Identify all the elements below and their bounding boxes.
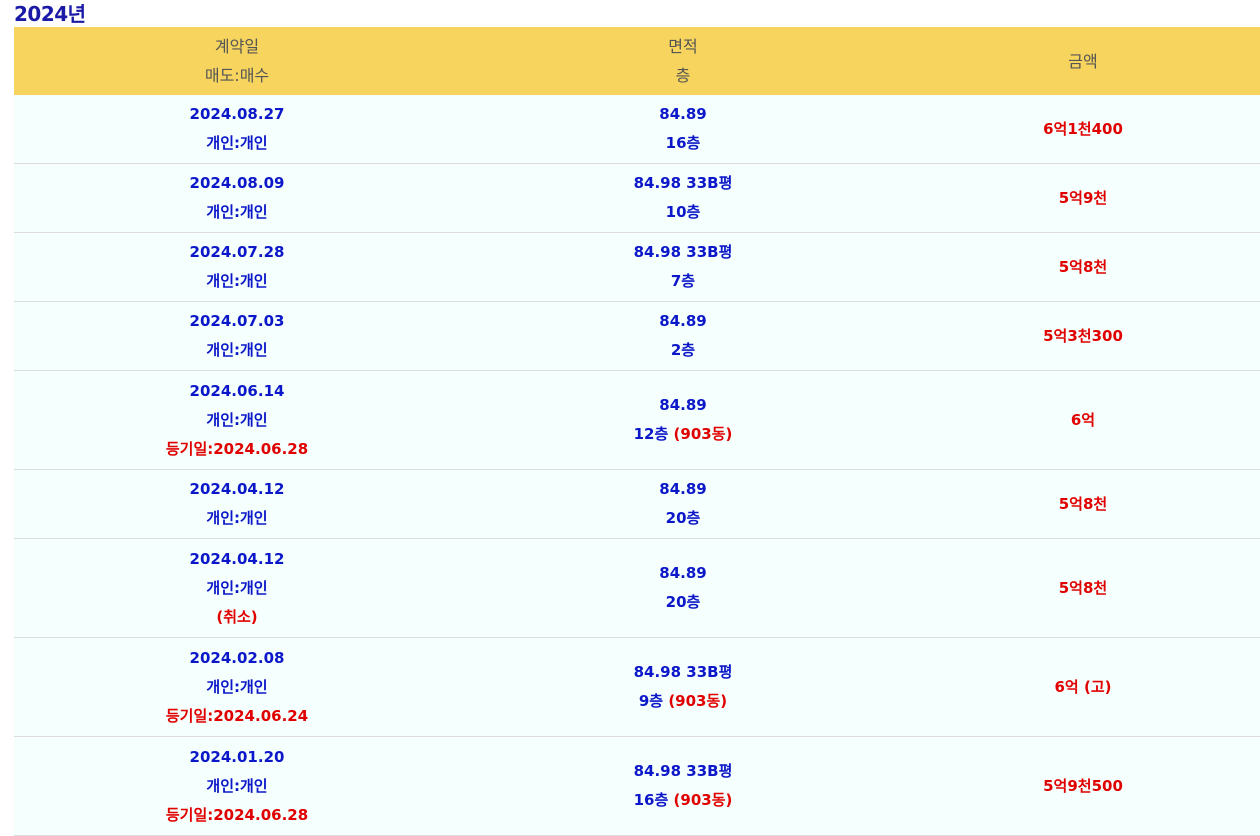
area-value: 84.89 bbox=[659, 564, 707, 582]
header-contract-date-label: 계약일 bbox=[214, 37, 260, 56]
area-value: 84.98 33B평 bbox=[633, 663, 733, 681]
table-header-row: 계약일 매도:매수 면적 층 금액 bbox=[14, 27, 1260, 95]
contract-date: 2024.07.28 bbox=[189, 243, 285, 261]
header-price[interactable]: 금액 bbox=[906, 27, 1260, 95]
contract-date: 2024.02.08 bbox=[189, 648, 285, 667]
seller-buyer: 개인:개인 bbox=[206, 776, 268, 795]
contract-date: 2024.07.03 bbox=[189, 312, 285, 330]
price-cell: 5억3천300 bbox=[906, 301, 1260, 371]
price-value: 5억9천 bbox=[1058, 188, 1108, 207]
registration-date: 등기일:2024.06.28 bbox=[165, 805, 309, 824]
price-value: 6억1천400 bbox=[1043, 119, 1123, 138]
floor-value: 20층 bbox=[665, 593, 701, 611]
contract-cell: 2024.02.08 개인:개인 등기일:2024.06.24 bbox=[14, 637, 460, 737]
table-row: 2024.08.27 개인:개인 84.89 16층 6억1천400 bbox=[14, 95, 1260, 164]
table-row: 2024.07.28 개인:개인 84.98 33B평 7층 5억8천 bbox=[14, 232, 1260, 302]
area-cell: 84.98 33B평 9층 (903동) bbox=[460, 637, 906, 737]
contract-date: 2024.04.12 bbox=[189, 480, 285, 498]
cancelled-note: (취소) bbox=[216, 607, 258, 626]
area-cell: 84.98 33B평 10층 bbox=[460, 163, 906, 233]
price-cell: 6억 bbox=[906, 370, 1260, 470]
floor-value: 2층 bbox=[670, 341, 696, 359]
area-cell: 84.89 20층 bbox=[460, 538, 906, 638]
area-value: 84.98 33B평 bbox=[633, 243, 733, 261]
price-cell: 5억8천 bbox=[906, 232, 1260, 302]
registration-date: 등기일:2024.06.28 bbox=[165, 439, 309, 458]
area-cell: 84.89 12층 (903동) bbox=[460, 370, 906, 470]
contract-cell: 2024.04.12 개인:개인 bbox=[14, 469, 460, 539]
contract-cell: 2024.06.14 개인:개인 등기일:2024.06.28 bbox=[14, 370, 460, 470]
table-row: 2024.06.14 개인:개인 등기일:2024.06.28 84.89 12… bbox=[14, 370, 1260, 470]
floor-value: 20층 bbox=[665, 509, 701, 527]
transaction-table: 계약일 매도:매수 면적 층 금액 2024.08.27 개인:개인 84.89… bbox=[14, 27, 1260, 836]
price-cell: 5억8천 bbox=[906, 538, 1260, 638]
seller-buyer: 개인:개인 bbox=[206, 410, 268, 429]
floor-value: 7층 bbox=[670, 272, 696, 290]
area-value: 84.89 bbox=[659, 312, 707, 330]
area-cell: 84.98 33B평 7층 bbox=[460, 232, 906, 302]
table-row: 2024.07.03 개인:개인 84.89 2층 5억3천300 bbox=[14, 301, 1260, 371]
contract-cell: 2024.08.27 개인:개인 bbox=[14, 95, 460, 164]
header-seller-buyer-label: 매도:매수 bbox=[204, 66, 270, 85]
contract-cell: 2024.04.12 개인:개인 (취소) bbox=[14, 538, 460, 638]
price-cell: 6억 (고) bbox=[906, 637, 1260, 737]
price-value: 6억 (고) bbox=[1054, 677, 1112, 696]
area-value: 84.98 33B평 bbox=[633, 762, 733, 780]
price-value: 5억8천 bbox=[1058, 578, 1108, 597]
table-row: 2024.08.09 개인:개인 84.98 33B평 10층 5억9천 bbox=[14, 163, 1260, 233]
seller-buyer: 개인:개인 bbox=[206, 272, 268, 290]
contract-date: 2024.01.20 bbox=[189, 747, 285, 766]
seller-buyer: 개인:개인 bbox=[206, 134, 268, 152]
table-row: 2024.04.12 개인:개인 84.89 20층 5억8천 bbox=[14, 469, 1260, 539]
contract-date: 2024.04.12 bbox=[189, 549, 285, 568]
seller-buyer: 개인:개인 bbox=[206, 578, 268, 597]
header-area[interactable]: 면적 층 bbox=[460, 27, 906, 95]
seller-buyer: 개인:개인 bbox=[206, 203, 268, 221]
registration-date: 등기일:2024.06.24 bbox=[165, 706, 309, 725]
seller-buyer: 개인:개인 bbox=[206, 509, 268, 527]
seller-buyer: 개인:개인 bbox=[206, 341, 268, 359]
price-cell: 5억9천 bbox=[906, 163, 1260, 233]
header-floor-label: 층 bbox=[675, 66, 691, 85]
area-cell: 84.89 20층 bbox=[460, 469, 906, 539]
contract-date: 2024.06.14 bbox=[189, 381, 285, 400]
contract-cell: 2024.07.28 개인:개인 bbox=[14, 232, 460, 302]
table-row: 2024.01.20 개인:개인 등기일:2024.06.28 84.98 33… bbox=[14, 736, 1260, 836]
price-value: 5억3천300 bbox=[1043, 326, 1123, 345]
floor-value: 16층 bbox=[633, 791, 669, 809]
dong-value: (903동) bbox=[668, 692, 728, 710]
table-row: 2024.04.12 개인:개인 (취소) 84.89 20층 5억8천 bbox=[14, 538, 1260, 638]
price-value: 6억 bbox=[1070, 410, 1096, 429]
seller-buyer: 개인:개인 bbox=[206, 677, 268, 696]
floor-value: 9층 bbox=[638, 692, 664, 710]
floor-value: 12층 bbox=[633, 425, 669, 443]
contract-date: 2024.08.09 bbox=[189, 174, 285, 192]
price-cell: 6억1천400 bbox=[906, 95, 1260, 164]
area-cell: 84.89 2층 bbox=[460, 301, 906, 371]
header-area-label: 면적 bbox=[668, 37, 698, 56]
price-value: 5억9천500 bbox=[1043, 776, 1123, 795]
price-cell: 5억9천500 bbox=[906, 736, 1260, 836]
header-contract-date[interactable]: 계약일 매도:매수 bbox=[14, 27, 460, 95]
area-cell: 84.89 16층 bbox=[460, 95, 906, 164]
floor-value: 16층 bbox=[665, 134, 701, 152]
contract-cell: 2024.01.20 개인:개인 등기일:2024.06.28 bbox=[14, 736, 460, 836]
price-cell: 5억8천 bbox=[906, 469, 1260, 539]
table-row: 2024.02.08 개인:개인 등기일:2024.06.24 84.98 33… bbox=[14, 637, 1260, 737]
area-value: 84.89 bbox=[659, 396, 707, 414]
dong-value: (903동) bbox=[673, 791, 733, 809]
price-value: 5억8천 bbox=[1058, 494, 1108, 513]
area-cell: 84.98 33B평 16층 (903동) bbox=[460, 736, 906, 836]
contract-date: 2024.08.27 bbox=[189, 105, 285, 123]
year-title: 2024년 bbox=[14, 2, 86, 26]
area-value: 84.89 bbox=[659, 105, 707, 123]
contract-cell: 2024.07.03 개인:개인 bbox=[14, 301, 460, 371]
dong-value: (903동) bbox=[673, 425, 733, 443]
contract-cell: 2024.08.09 개인:개인 bbox=[14, 163, 460, 233]
area-value: 84.98 33B평 bbox=[633, 174, 733, 192]
header-price-label: 금액 bbox=[1068, 51, 1098, 71]
price-value: 5억8천 bbox=[1058, 257, 1108, 276]
floor-value: 10층 bbox=[665, 203, 701, 221]
area-value: 84.89 bbox=[659, 480, 707, 498]
